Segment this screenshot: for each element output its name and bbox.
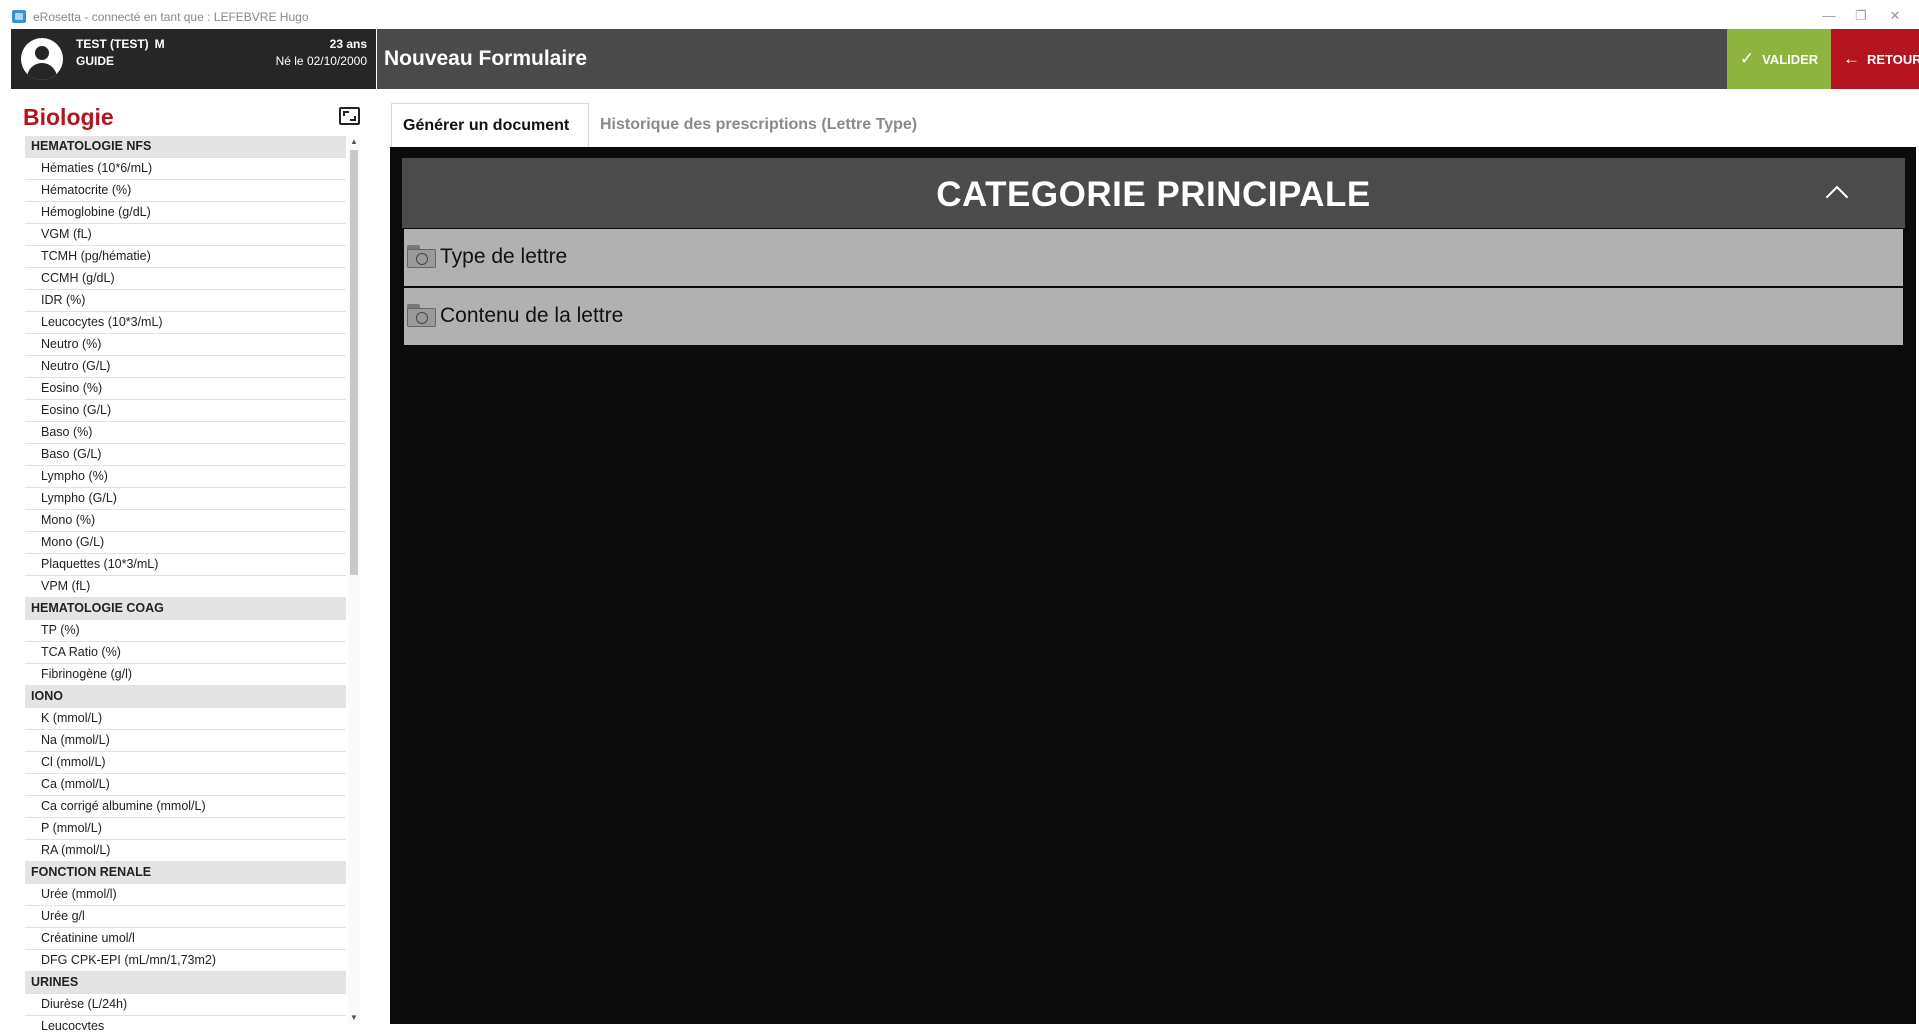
scroll-up-icon[interactable]: ▲ — [348, 136, 360, 148]
close-icon[interactable]: ✕ — [1880, 6, 1910, 26]
list-item[interactable]: RA (mmol/L) — [25, 840, 346, 862]
list-item[interactable]: K (mmol/L) — [25, 708, 346, 730]
list-item[interactable]: Hématocrite (%) — [25, 180, 346, 202]
list-item[interactable]: TCMH (pg/hématie) — [25, 246, 346, 268]
section-type-de-lettre[interactable]: Type de lettre — [404, 229, 1903, 286]
category-header[interactable]: CATEGORIE PRINCIPALE — [402, 158, 1905, 228]
category-row[interactable]: URINES — [25, 972, 346, 994]
sidebar-scrollbar[interactable]: ▲ ▼ — [348, 136, 360, 1024]
category-title: CATEGORIE PRINCIPALE — [936, 175, 1371, 214]
list-item[interactable]: Leucocytes (10*3/mL) — [25, 312, 346, 334]
restore-icon[interactable]: ❐ — [1846, 6, 1876, 26]
list-item[interactable]: Plaquettes (10*3/mL) — [25, 554, 346, 576]
category-row[interactable]: FONCTION RENALE — [25, 862, 346, 884]
patient-name: TEST (TEST) M — [76, 37, 165, 51]
tab-generer-document[interactable]: Générer un document — [391, 103, 589, 147]
patient-header: TEST (TEST) M GUIDE 23 ans Né le 02/10/20… — [11, 29, 376, 89]
sidebar: Biologie HEMATOLOGIE NFS Hématies (10*6/m… — [11, 89, 376, 1034]
list-item[interactable]: Eosino (G/L) — [25, 400, 346, 422]
list-item[interactable]: VPM (fL) — [25, 576, 346, 598]
list-item[interactable]: Neutro (%) — [25, 334, 346, 356]
list-item[interactable]: TCA Ratio (%) — [25, 642, 346, 664]
scroll-thumb[interactable] — [350, 150, 358, 575]
list-item[interactable]: Leucocytes — [25, 1016, 346, 1030]
list-item[interactable]: Cl (mmol/L) — [25, 752, 346, 774]
list-item[interactable]: Diurèse (L/24h) — [25, 994, 346, 1016]
patient-guide: GUIDE — [76, 54, 115, 68]
list-item[interactable]: CCMH (g/dL) — [25, 268, 346, 290]
scroll-down-icon[interactable]: ▼ — [348, 1012, 360, 1024]
category-row[interactable]: HEMATOLOGIE NFS — [25, 136, 346, 158]
list-item[interactable]: Hématies (10*6/mL) — [25, 158, 346, 180]
list-item[interactable]: IDR (%) — [25, 290, 346, 312]
folder-icon — [407, 304, 436, 327]
window-titlebar: eRosetta - connecté en tant que : LEFEBV… — [0, 0, 1919, 29]
patient-fullname: TEST (TEST) — [76, 37, 149, 51]
check-icon: ✓ — [1739, 49, 1755, 68]
folder-icon — [407, 245, 436, 268]
tab-historique-prescriptions[interactable]: Historique des prescriptions (Lettre Typ… — [589, 103, 947, 147]
list-item[interactable]: P (mmol/L) — [25, 818, 346, 840]
list-item[interactable]: Urée g/l — [25, 906, 346, 928]
patient-birthdate: Né le 02/10/2000 — [275, 54, 367, 68]
arrow-left-icon: ← — [1843, 49, 1860, 68]
section-label: Contenu de la lettre — [440, 304, 624, 327]
minimize-icon[interactable]: — — [1814, 6, 1844, 26]
list-item[interactable]: Ca corrigé albumine (mmol/L) — [25, 796, 346, 818]
main-content: CATEGORIE PRINCIPALE Type de lettre Cont… — [390, 147, 1916, 1024]
app-icon — [12, 10, 26, 23]
list-item[interactable]: Lympho (G/L) — [25, 488, 346, 510]
list-item[interactable]: Mono (%) — [25, 510, 346, 532]
category-row[interactable]: IONO — [25, 686, 346, 708]
user-avatar-icon — [21, 38, 63, 80]
patient-age: 23 ans — [329, 37, 367, 51]
biology-list[interactable]: HEMATOLOGIE NFS Hématies (10*6/mL) Hématoc… — [25, 136, 346, 1030]
header-bar: Nouveau Formulaire ✓ VALIDER ← RETOUR — [377, 29, 1919, 89]
list-item[interactable]: Baso (%) — [25, 422, 346, 444]
list-item[interactable]: Urée (mmol/l) — [25, 884, 346, 906]
list-item[interactable]: Fibrinogène (g/l) — [25, 664, 346, 686]
section-contenu-de-la-lettre[interactable]: Contenu de la lettre — [404, 288, 1903, 345]
retour-label: RETOUR — [1867, 51, 1919, 67]
list-item[interactable]: Ca (mmol/L) — [25, 774, 346, 796]
section-label: Type de lettre — [440, 245, 568, 268]
list-item[interactable]: Créatinine umol/l — [25, 928, 346, 950]
list-item[interactable]: VGM (fL) — [25, 224, 346, 246]
valider-label: VALIDER — [1762, 51, 1819, 67]
expand-icon[interactable] — [339, 107, 360, 125]
list-item[interactable]: Eosino (%) — [25, 378, 346, 400]
list-item[interactable]: Lympho (%) — [25, 466, 346, 488]
patient-sex: M — [154, 37, 165, 51]
sidebar-heading: Biologie — [23, 104, 114, 130]
list-item[interactable]: Baso (G/L) — [25, 444, 346, 466]
window-title: eRosetta - connecté en tant que : LEFEBV… — [33, 10, 309, 24]
retour-button[interactable]: ← RETOUR — [1831, 29, 1919, 89]
list-item[interactable]: TP (%) — [25, 620, 346, 642]
list-item[interactable]: Hémoglobine (g/dL) — [25, 202, 346, 224]
page-title: Nouveau Formulaire — [384, 47, 588, 70]
list-item[interactable]: Mono (G/L) — [25, 532, 346, 554]
list-item[interactable]: Neutro (G/L) — [25, 356, 346, 378]
list-item[interactable]: DFG CPK-EPI (mL/mn/1,73m2) — [25, 950, 346, 972]
list-item[interactable]: Na (mmol/L) — [25, 730, 346, 752]
category-row[interactable]: HEMATOLOGIE COAG — [25, 598, 346, 620]
valider-button[interactable]: ✓ VALIDER — [1727, 29, 1831, 89]
